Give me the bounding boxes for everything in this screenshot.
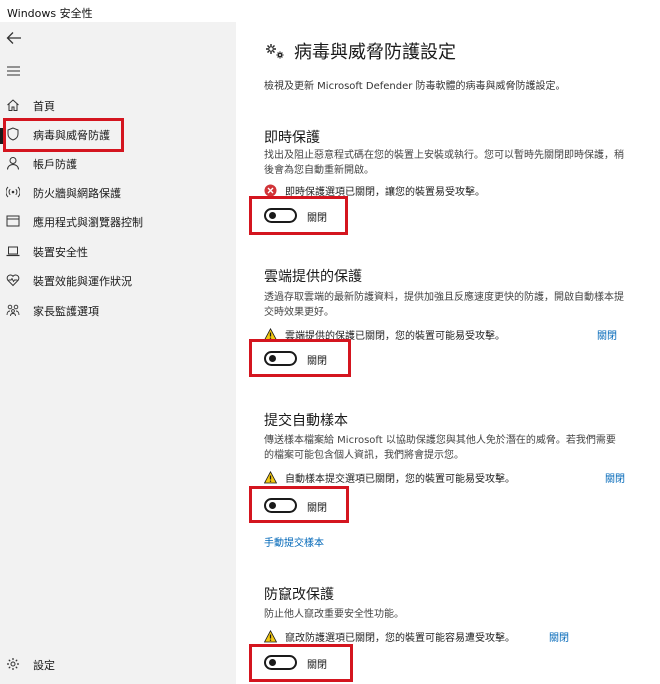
sidebar-item-device-health[interactable]: 裝置效能與運作狀況 [0, 268, 236, 294]
section-description: 防止他人竄改重要安全性功能。 [264, 609, 404, 620]
heart-pulse-icon [6, 274, 20, 287]
section-title: 防竄改保護 [264, 587, 334, 603]
back-arrow-icon[interactable] [6, 31, 22, 45]
page-description: 檢視及更新 Microsoft Defender 防毒軟體的病毒與威脅防護設定。 [264, 81, 566, 92]
sidebar-item-label: 裝置安全性 [33, 246, 88, 259]
manual-submit-sample-link[interactable]: 手動提交樣本 [264, 534, 324, 549]
section-description: 找出及阻止惡意程式碼在您的裝置上安裝或執行。您可以暫時先關閉即時保護，稍後會為您… [264, 150, 624, 176]
section-title: 即時保護 [264, 130, 320, 146]
family-icon [6, 304, 20, 317]
laptop-icon [6, 246, 20, 257]
section-description: 傳送樣本檔案給 Microsoft 以協助保護您與其他人免於潛在的威脅。若我們需… [264, 435, 616, 461]
sidebar-item-account[interactable]: 帳戶防護 [0, 151, 236, 177]
app-window-icon [6, 215, 20, 227]
sidebar-item-label: 防火牆與網路保護 [33, 187, 121, 200]
sidebar-item-firewall[interactable]: 防火牆與網路保護 [0, 180, 236, 206]
sidebar-item-settings[interactable]: 設定 [0, 652, 236, 678]
person-icon [7, 157, 19, 170]
home-icon [7, 99, 19, 111]
sidebar-item-home[interactable]: 首頁 [0, 93, 236, 119]
sidebar-item-label: 帳戶防護 [33, 158, 77, 171]
highlight-box [249, 339, 351, 377]
wifi-icon [6, 186, 20, 198]
highlight-box [3, 118, 124, 152]
sidebar-item-app-browser[interactable]: 應用程式與瀏覽器控制 [0, 209, 236, 235]
sidebar-item-label: 裝置效能與運作狀況 [33, 275, 132, 288]
sidebar-item-label: 設定 [33, 659, 55, 672]
hamburger-menu-icon[interactable] [7, 66, 20, 76]
sidebar-item-family[interactable]: 家長監護選項 [0, 298, 236, 324]
dismiss-link[interactable]: 關閉 [549, 629, 569, 644]
section-title: 雲端提供的保護 [264, 269, 362, 285]
warning-icon [264, 630, 277, 643]
warning-icon [264, 471, 277, 484]
section-description: 透過存取雲端的最新防護資料，提供加強且反應速度更快的防護，開啟自動樣本提交時效果… [264, 292, 624, 318]
sidebar-item-device-security[interactable]: 裝置安全性 [0, 239, 236, 265]
status-text: 竄改防護選項已關閉，您的裝置可能容易遭受攻擊。 [285, 633, 515, 644]
settings-gears-icon [266, 44, 284, 59]
highlight-box [249, 196, 348, 235]
status-message: 竄改防護選項已關閉，您的裝置可能容易遭受攻擊。 關閉 [264, 629, 654, 645]
sidebar-item-label: 首頁 [33, 100, 55, 113]
status-text: 自動樣本提交選項已關閉，您的裝置可能易受攻擊。 [285, 474, 515, 485]
window-title: Windows 安全性 [7, 7, 93, 20]
dismiss-link[interactable]: 關閉 [597, 327, 617, 342]
highlight-box [249, 486, 349, 523]
dismiss-link[interactable]: 關閉 [605, 470, 625, 485]
sidebar-item-label: 應用程式與瀏覽器控制 [33, 216, 143, 229]
highlight-box [249, 644, 353, 682]
gear-icon [7, 658, 19, 670]
page-title: 病毒與威脅防護設定 [294, 42, 456, 63]
section-title: 提交自動樣本 [264, 413, 348, 429]
status-message: 自動樣本提交選項已關閉，您的裝置可能易受攻擊。 關閉 [264, 470, 660, 486]
sidebar-item-label: 家長監護選項 [33, 305, 99, 318]
